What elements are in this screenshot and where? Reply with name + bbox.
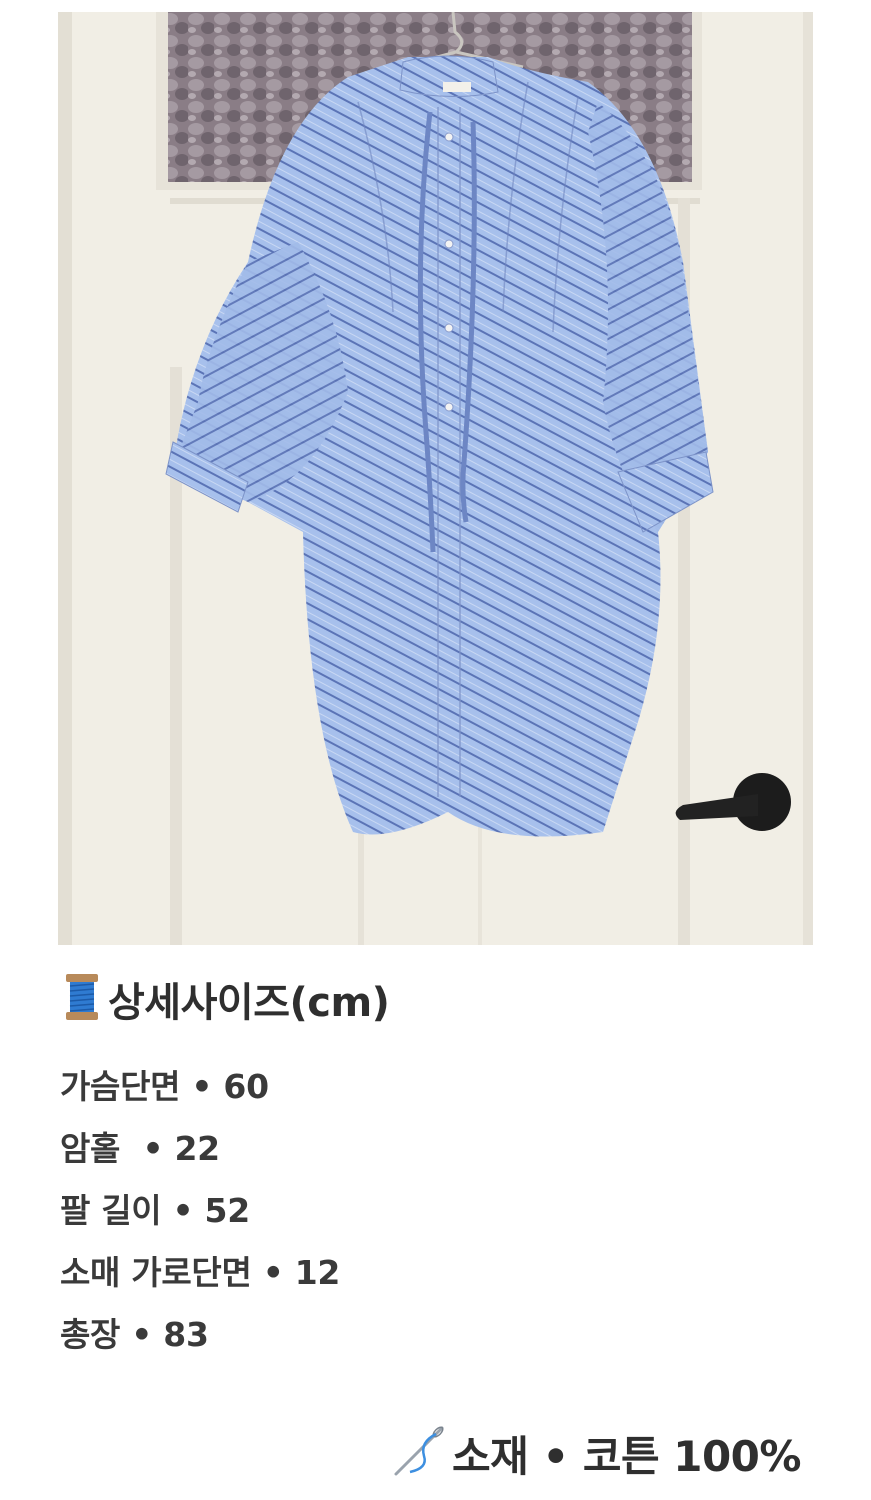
product-photo [58, 12, 813, 945]
size-details-heading: 상세사이즈(cm) [62, 968, 390, 1030]
spec-total-length: 총장 • 83 [60, 1315, 209, 1354]
needle-thread-icon [390, 1422, 448, 1484]
spec-sleeve-width: 소매 가로단면 • 12 [60, 1253, 341, 1292]
material-line: 소재 • 코튼 100% [390, 1422, 802, 1484]
spec-chest-width: 가슴단면 • 60 [60, 1067, 269, 1106]
thread-spool-icon [62, 972, 102, 1026]
spec-armhole: 암홀 • 22 [60, 1129, 220, 1168]
spec-sleeve-length: 팔 길이 • 52 [60, 1191, 250, 1230]
material-label: 소재 • 코튼 100% [451, 1431, 802, 1481]
size-details-title: 상세사이즈(cm) [108, 980, 390, 1026]
